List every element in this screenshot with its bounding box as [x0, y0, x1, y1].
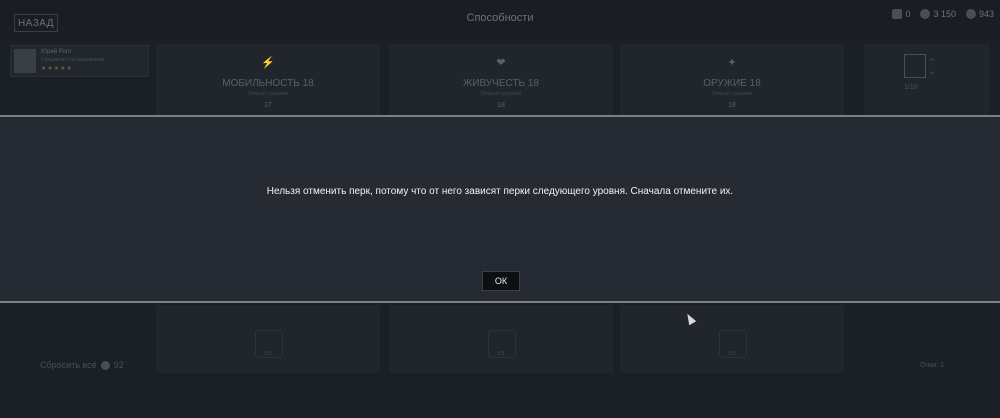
character-subtitle: Специалист по выживанию	[41, 57, 105, 63]
page-title: Способности	[466, 12, 534, 24]
currency-tickets: 0	[892, 9, 910, 19]
category-subtitle: Открыто уровней	[247, 91, 289, 97]
category-level: 18	[728, 102, 736, 109]
ticket-icon	[892, 9, 903, 19]
character-name: Юрий Рого	[41, 49, 72, 55]
scroll-arrows-icon[interactable]: ⌃ ⌄	[928, 58, 936, 76]
category-name: МОБИЛЬНОСТЬ 18	[222, 78, 314, 89]
category-weapons[interactable]: ✦ ОРУЖИЕ 18 Открыто уровней 18	[620, 44, 844, 116]
character-stars: ★★★★★	[41, 66, 73, 72]
points-counter: Очки: 1	[920, 362, 944, 369]
reset-cost: 92	[113, 360, 124, 370]
perk-slot-label: 0/3	[264, 351, 272, 357]
ok-button[interactable]: ОК	[482, 271, 520, 291]
reset-all-label: Сбросить всё	[40, 360, 97, 370]
character-card[interactable]: Юрий Рого Специалист по выживанию ★★★★★	[10, 45, 149, 77]
category-level: 18	[497, 102, 505, 109]
side-panel-label: 1/18	[904, 84, 918, 91]
perk-column-weapons: 0/3	[620, 305, 844, 373]
modal-message: Нельзя отменить перк, потому что от него…	[266, 186, 734, 197]
gold-icon	[100, 360, 110, 370]
perk-column-vitality: 0/3	[389, 305, 613, 373]
perk-column-mobility: 0/3	[156, 305, 380, 373]
category-name: ЖИВУЧЕСТЬ 18	[463, 78, 539, 89]
running-icon: ⚡	[261, 57, 275, 69]
category-subtitle: Открыто уровней	[711, 91, 753, 97]
category-subtitle: Открыто уровней	[480, 91, 522, 97]
weapon-icon: ✦	[727, 57, 737, 69]
category-vitality[interactable]: ❤ ЖИВУЧЕСТЬ 18 Открыто уровней 18	[389, 44, 613, 116]
category-mobility[interactable]: ⚡ МОБИЛЬНОСТЬ 18 Открыто уровней 17	[156, 44, 380, 116]
currency-silver: 3 150	[920, 9, 956, 19]
category-level: 17	[264, 102, 272, 109]
category-name: ОРУЖИЕ 18	[703, 78, 761, 89]
currency-gold: 943	[965, 9, 994, 19]
reset-all-button[interactable]: Сбросить всё 92	[40, 360, 124, 370]
currency-bar: 0 3 150 943	[892, 9, 994, 19]
character-figure-icon	[904, 54, 926, 78]
avatar	[14, 49, 36, 73]
modal-top-border	[0, 115, 1000, 117]
side-panel: ⌃ ⌄ 1/18	[864, 44, 990, 116]
modal-bottom-border	[0, 301, 1000, 303]
coin-icon	[920, 9, 931, 19]
perk-slot-label: 0/3	[728, 351, 736, 357]
perk-slot-label: 0/3	[497, 351, 505, 357]
top-bar: НАЗАД Способности 0 3 150 943	[0, 0, 1000, 38]
heart-icon: ❤	[496, 57, 506, 69]
gold-icon	[965, 9, 976, 19]
